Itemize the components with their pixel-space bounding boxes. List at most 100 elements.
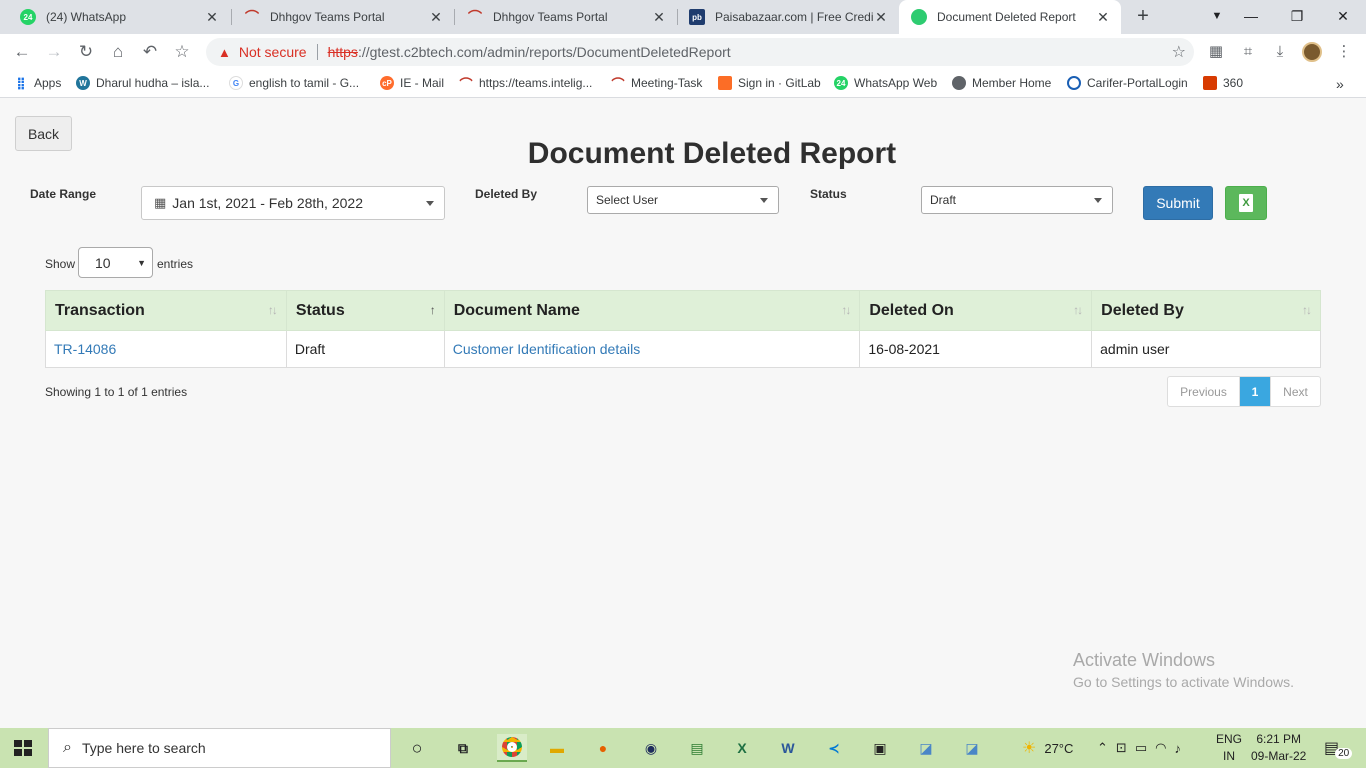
weather-icon: ☀ [1022,740,1037,757]
tab-title: Dhhgov Teams Portal [270,10,385,24]
teams-portal-icon: ⌒ [611,76,625,92]
extensions-grid-icon[interactable]: ▦ [1206,42,1226,62]
teams-portal-icon: ⌒ [245,9,259,25]
column-header-status[interactable]: Status ↑ [285,290,445,331]
file-explorer-icon[interactable]: ▬ [542,734,572,762]
previous-page-button[interactable]: Previous [1168,377,1240,406]
chrome-taskbar-icon[interactable] [497,734,527,762]
back-arrow-icon[interactable]: ← [10,40,34,64]
windows-start-icon[interactable] [14,740,32,756]
crop-icon[interactable]: ⌗ [1238,42,1258,62]
bookmark-label: WhatsApp Web [854,76,938,90]
profile-avatar[interactable] [1302,42,1322,62]
close-icon[interactable]: ✕ [873,9,889,26]
column-header-transaction[interactable]: Transaction ↑↓ [45,290,287,331]
column-header-deleted-by[interactable]: Deleted By ↑↓ [1091,290,1321,331]
terminal-taskbar-icon[interactable]: ▣ [865,734,895,762]
bookmark-ie-mail[interactable]: cP IE - Mail [380,76,444,90]
close-icon[interactable]: ✕ [1095,9,1111,26]
close-icon[interactable]: ✕ [651,9,667,26]
more-menu-icon[interactable]: ⋮ [1334,42,1354,62]
column-header-label: Status [295,301,345,319]
cell-status: Draft [285,330,445,368]
column-header-label: Deleted By [1101,301,1184,319]
excel-taskbar-icon[interactable]: X [727,734,757,762]
home-icon[interactable]: ⌂ [106,40,130,64]
bookmarks-bar: ⣿ Apps W Dharul hudha – isla... G englis… [0,70,1366,98]
export-excel-button[interactable]: X [1225,186,1267,220]
notepad-taskbar-icon[interactable]: ◪ [911,734,941,762]
battery-icon[interactable]: ▭ [1135,740,1147,756]
status-select[interactable]: Draft [921,186,1113,214]
entries-per-page-select[interactable]: 10 ▼ [78,247,153,278]
task-view-icon[interactable]: ⧉ [448,734,478,762]
transaction-link[interactable]: TR-14086 [54,341,116,357]
tab-whatsapp[interactable]: 24 (24) WhatsApp ✕ [8,0,230,34]
whatsapp-icon: 24 [834,76,848,90]
download-icon[interactable]: ⤓ [1270,42,1290,62]
wifi-icon[interactable]: ◠ [1155,740,1166,756]
app-notification-icon[interactable]: ◉ [636,734,666,762]
notepad-taskbar-icon-2[interactable]: ◪ [957,734,987,762]
column-header-deleted-on[interactable]: Deleted On ↑↓ [859,290,1093,331]
tab-paisabazaar[interactable]: pb Paisabazaar.com | Free Credit ✕ [677,0,899,34]
tab-teams-portal-2[interactable]: ⌒ Dhhgov Teams Portal ✕ [455,0,677,34]
restore-icon[interactable]: ❐ [1274,0,1320,34]
word-taskbar-icon[interactable]: W [773,734,803,762]
taskbar-search-box[interactable]: ⌕ Type here to search [48,728,391,768]
bookmark-gitlab[interactable]: Sign in · GitLab [718,76,821,90]
vscode-taskbar-icon[interactable]: ≺ [819,734,849,762]
notification-count: 20 [1335,747,1353,759]
browser-toolbar: ← → ↻ ⌂ ↶ ☆ ▲ Not secure https://gtest.c… [0,34,1366,70]
bookmark-carifer[interactable]: Carifer-PortalLogin [1067,76,1188,90]
cell-deleted-by: admin user [1091,330,1321,368]
chevron-up-icon[interactable]: ⌃ [1097,740,1108,756]
firefox-icon[interactable]: ● [588,734,618,762]
column-header-document-name[interactable]: Document Name ↑↓ [443,290,861,331]
bookmark-whatsapp-web[interactable]: 24 WhatsApp Web [834,76,937,90]
undo-icon[interactable]: ↶ [138,40,162,64]
activate-windows-watermark: Activate Windows Go to Settings to activ… [1073,650,1294,690]
weather-widget[interactable]: ☀ 27°C [1022,728,1073,768]
document-link[interactable]: Customer Identification details [453,341,641,357]
security-status: Not secure [238,44,307,60]
cortana-icon[interactable]: ○ [402,734,432,762]
language-indicator[interactable]: ENG IN [1216,731,1242,765]
warning-icon: ▲ [218,44,231,60]
taskbar-clock[interactable]: 6:21 PM 09-Mar-22 [1251,731,1306,765]
spreadsheet-app-icon[interactable]: ▤ [682,734,712,762]
tab-teams-portal-1[interactable]: ⌒ Dhhgov Teams Portal ✕ [232,0,454,34]
bookmark-english-to-tamil[interactable]: G english to tamil - G... [229,76,359,90]
minimize-icon[interactable]: — [1228,0,1274,34]
deleted-by-select[interactable]: Select User [587,186,779,214]
excel-export-icon: X [1239,194,1253,212]
sort-asc-icon: ↑ [429,303,436,317]
tab-document-deleted-report[interactable]: Document Deleted Report ✕ [899,0,1121,34]
next-page-button[interactable]: Next [1270,377,1320,406]
bookmark-star-icon[interactable]: ☆ [170,40,194,64]
volume-icon[interactable]: ♪ [1174,741,1181,756]
notification-center[interactable]: ▤ 20 [1324,728,1353,768]
date-range-picker[interactable]: ▦ Jan 1st, 2021 - Feb 28th, 2022 [141,186,445,220]
bookmark-meeting-task[interactable]: ⌒ Meeting-Task [611,76,702,92]
bookmark-dharul-hudha[interactable]: W Dharul hudha – isla... [76,76,209,90]
office-icon [1203,76,1217,90]
submit-button[interactable]: Submit [1143,186,1213,220]
address-bar[interactable]: ▲ Not secure https://gtest.c2btech.com/a… [206,38,1194,66]
close-window-icon[interactable]: ✕ [1320,0,1366,34]
reload-icon[interactable]: ↻ [74,40,98,64]
table-row: TR-14086 Draft Customer Identification d… [45,330,1321,368]
bookmark-teams-inteligo[interactable]: ⌒ https://teams.intelig... [459,76,592,92]
bookmark-360[interactable]: 360 [1203,76,1243,90]
more-bookmarks-icon[interactable]: » [1336,76,1344,92]
watermark-line-2: Go to Settings to activate Windows. [1073,674,1294,690]
meet-icon[interactable]: ⊡ [1116,740,1127,756]
bookmark-apps[interactable]: ⣿ Apps [14,76,61,90]
bookmark-member-home[interactable]: Member Home [952,76,1051,90]
star-icon[interactable]: ☆ [1172,42,1186,62]
forward-arrow-icon[interactable]: → [42,40,66,64]
page-1-button[interactable]: 1 [1240,377,1270,406]
close-icon[interactable]: ✕ [428,9,444,26]
new-tab-button[interactable]: + [1132,6,1154,28]
close-icon[interactable]: ✕ [204,9,220,26]
